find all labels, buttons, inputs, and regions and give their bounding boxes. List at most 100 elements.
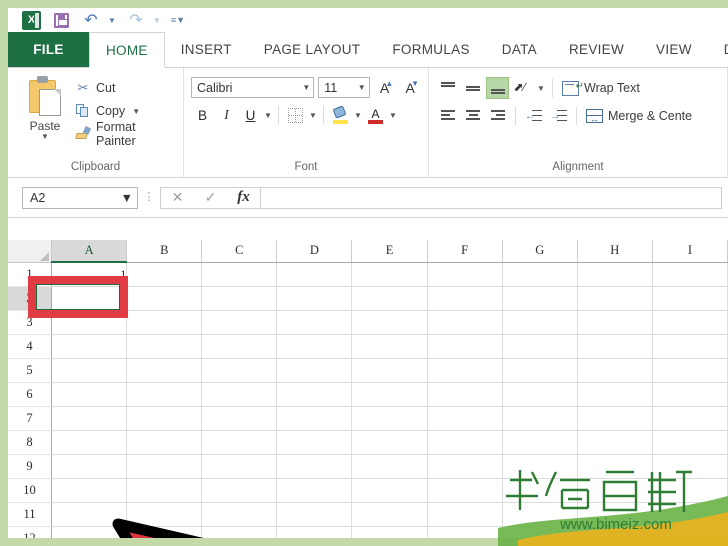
tab-formulas[interactable]: FORMULAS: [376, 32, 485, 67]
cell-c7[interactable]: [201, 406, 278, 431]
cell-i8[interactable]: [652, 430, 728, 455]
column-header-e[interactable]: E: [351, 240, 428, 263]
cell-f10[interactable]: [427, 478, 503, 503]
cell-c4[interactable]: [201, 334, 278, 359]
tab-home[interactable]: HOME: [89, 32, 165, 68]
fill-color-button[interactable]: [329, 104, 352, 126]
tab-file[interactable]: FILE: [8, 32, 89, 67]
cell-a7[interactable]: [51, 406, 128, 431]
undo-dropdown-icon[interactable]: ▼: [108, 16, 116, 25]
formula-input[interactable]: [260, 186, 722, 209]
paste-dropdown-icon[interactable]: ▼: [41, 133, 49, 141]
cell-d8[interactable]: [276, 430, 353, 455]
top-align-button[interactable]: [436, 77, 459, 99]
cell-c1[interactable]: [201, 262, 278, 287]
middle-align-button[interactable]: [461, 77, 484, 99]
cell-h5[interactable]: [577, 358, 653, 383]
row-header-10[interactable]: 10: [8, 478, 53, 503]
cell-f6[interactable]: [427, 382, 503, 407]
cell-g8[interactable]: [502, 430, 578, 455]
cell-f4[interactable]: [427, 334, 503, 359]
cell-b3[interactable]: [126, 310, 203, 335]
enter-button[interactable]: ✓: [194, 188, 227, 208]
cell-a4[interactable]: [51, 334, 128, 359]
cell-e2[interactable]: [351, 286, 428, 311]
cell-i2[interactable]: [652, 286, 728, 311]
cell-f11[interactable]: [427, 502, 503, 527]
row-header-5[interactable]: 5: [8, 358, 53, 383]
grow-font-button[interactable]: A ▲: [374, 77, 396, 98]
cell-e1[interactable]: [351, 262, 428, 287]
cell-d9[interactable]: [276, 454, 353, 479]
cell-g4[interactable]: [502, 334, 578, 359]
cell-i1[interactable]: [652, 262, 728, 287]
select-all-button[interactable]: [8, 240, 53, 263]
row-header-12[interactable]: 12: [8, 526, 53, 538]
name-box[interactable]: A2 ▼: [22, 186, 138, 209]
save-button[interactable]: [51, 10, 71, 30]
column-header-c[interactable]: C: [201, 240, 278, 263]
cell-f2[interactable]: [427, 286, 503, 311]
orientation-dropdown-icon[interactable]: ▼: [536, 84, 546, 93]
cell-b5[interactable]: [126, 358, 203, 383]
cell-c8[interactable]: [201, 430, 278, 455]
cell-c10[interactable]: [201, 478, 278, 503]
tab-view[interactable]: VIEW: [640, 32, 708, 67]
borders-dropdown-icon[interactable]: ▼: [308, 111, 318, 120]
cell-b2[interactable]: [126, 286, 203, 311]
tab-page-layout[interactable]: PAGE LAYOUT: [248, 32, 377, 67]
cell-h1[interactable]: [577, 262, 653, 287]
bottom-align-button[interactable]: [486, 77, 509, 99]
cell-d4[interactable]: [276, 334, 353, 359]
increase-indent-button[interactable]: →: [547, 105, 570, 127]
align-left-button[interactable]: [436, 105, 459, 127]
copy-dropdown-icon[interactable]: ▼: [132, 107, 140, 116]
row-header-6[interactable]: 6: [8, 382, 53, 407]
font-name-select[interactable]: Calibri ▼: [191, 77, 315, 98]
cell-e4[interactable]: [351, 334, 428, 359]
cell-a9[interactable]: [51, 454, 128, 479]
row-header-9[interactable]: 9: [8, 454, 53, 479]
cell-b7[interactable]: [126, 406, 203, 431]
cell-e10[interactable]: [351, 478, 428, 503]
format-painter-button[interactable]: Format Painter: [75, 120, 176, 148]
cell-b6[interactable]: [126, 382, 203, 407]
column-header-b[interactable]: B: [126, 240, 203, 263]
merge-center-button[interactable]: Merge & Cente: [583, 105, 692, 127]
undo-button[interactable]: ↶: [81, 10, 101, 30]
tab-review[interactable]: REVIEW: [553, 32, 640, 67]
cell-f8[interactable]: [427, 430, 503, 455]
font-size-select[interactable]: 11 ▼: [318, 77, 370, 98]
cell-f12[interactable]: [427, 526, 503, 538]
redo-dropdown-icon[interactable]: ▼: [153, 16, 161, 25]
cell-e9[interactable]: [351, 454, 428, 479]
insert-function-button[interactable]: fx: [227, 188, 260, 208]
underline-dropdown-icon[interactable]: ▼: [263, 111, 273, 120]
cell-e6[interactable]: [351, 382, 428, 407]
cell-g6[interactable]: [502, 382, 578, 407]
cell-e7[interactable]: [351, 406, 428, 431]
column-header-d[interactable]: D: [276, 240, 353, 263]
italic-button[interactable]: I: [215, 104, 238, 126]
cell-i4[interactable]: [652, 334, 728, 359]
cell-e3[interactable]: [351, 310, 428, 335]
decrease-indent-button[interactable]: ←: [522, 105, 545, 127]
orientation-button[interactable]: ⬈⁄: [511, 77, 534, 99]
column-header-i[interactable]: I: [652, 240, 728, 263]
tab-insert[interactable]: INSERT: [165, 32, 248, 67]
cell-i7[interactable]: [652, 406, 728, 431]
cell-g7[interactable]: [502, 406, 578, 431]
customize-quick-access-icon[interactable]: ≡▼: [171, 15, 185, 25]
cell-d2[interactable]: [276, 286, 353, 311]
cell-g5[interactable]: [502, 358, 578, 383]
cell-d1[interactable]: [276, 262, 353, 287]
cell-h2[interactable]: [577, 286, 653, 311]
cell-f5[interactable]: [427, 358, 503, 383]
column-header-a[interactable]: A: [51, 240, 128, 263]
wrap-text-button[interactable]: Wrap Text: [559, 77, 640, 99]
paste-button[interactable]: Paste ▼: [15, 73, 75, 161]
cell-h3[interactable]: [577, 310, 653, 335]
column-header-g[interactable]: G: [502, 240, 578, 263]
cell-e5[interactable]: [351, 358, 428, 383]
font-color-button[interactable]: A: [364, 104, 387, 126]
